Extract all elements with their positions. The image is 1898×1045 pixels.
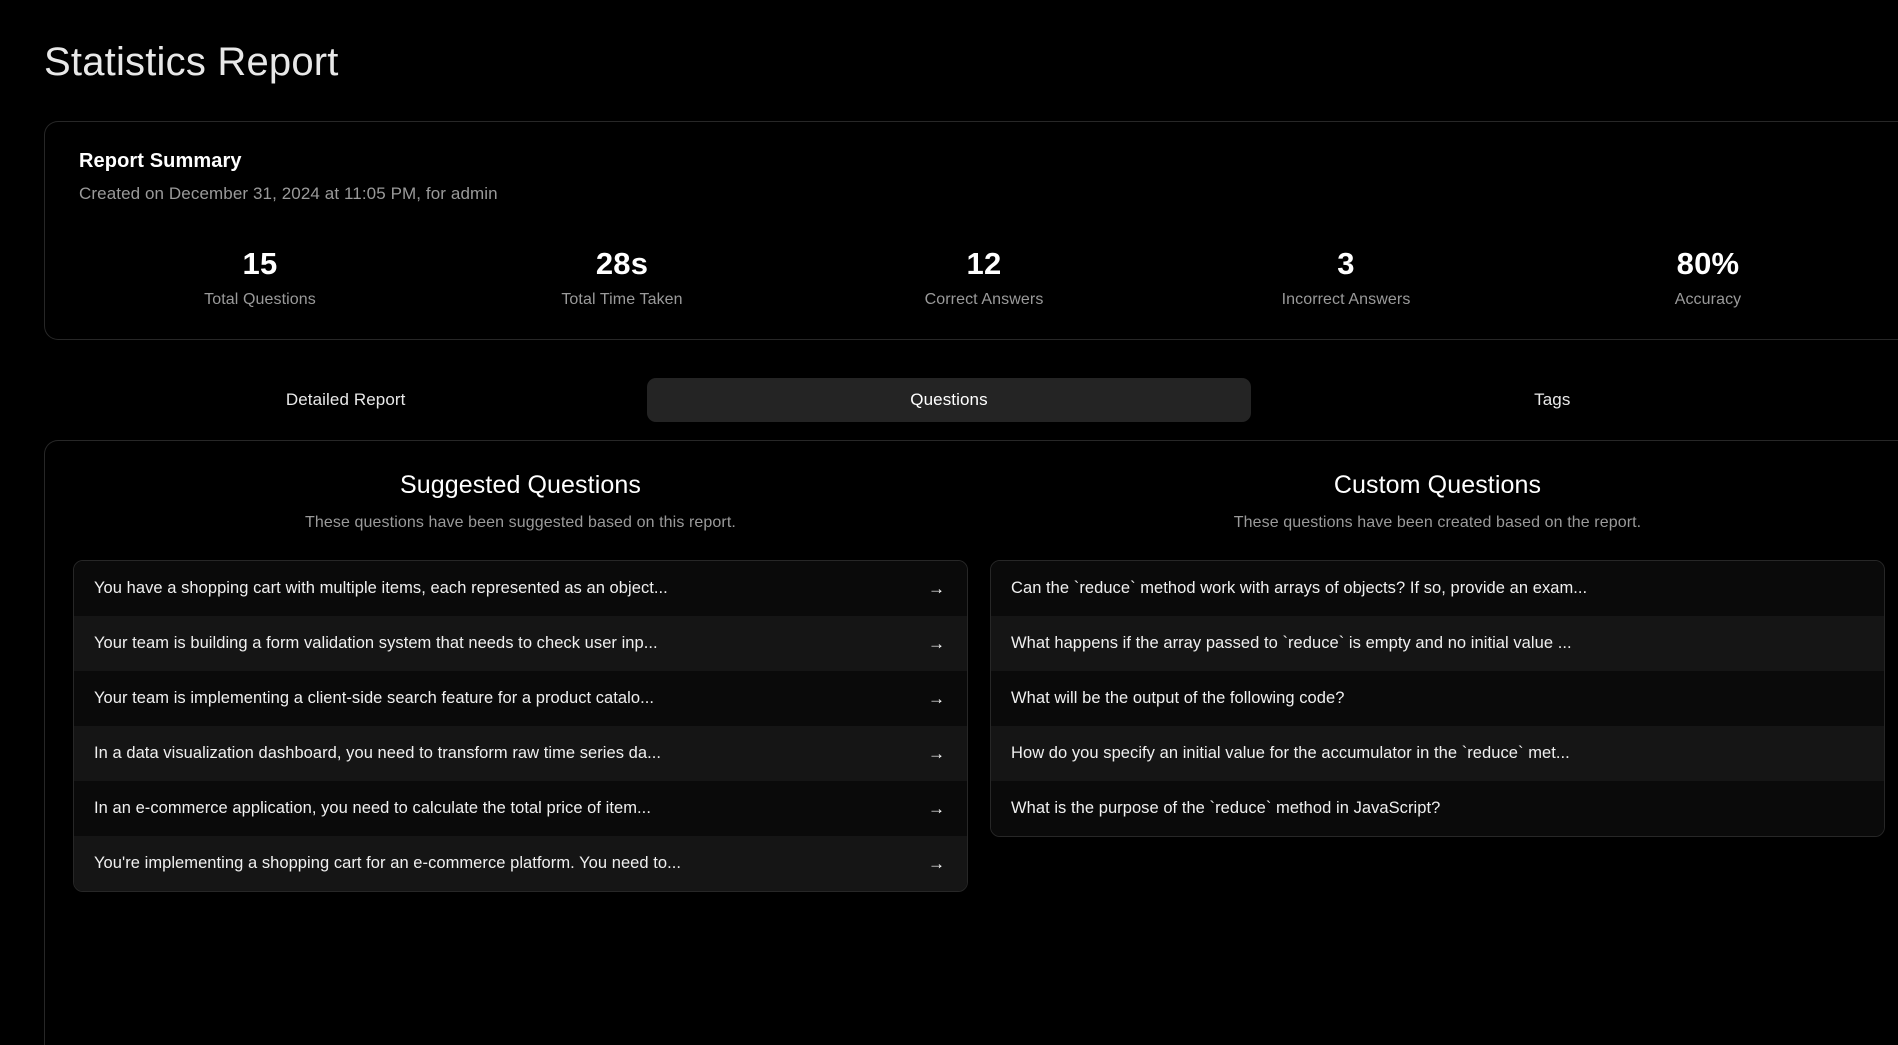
arrow-right-icon: →	[927, 688, 945, 708]
list-item[interactable]: What will be the output of the following…	[991, 670, 1884, 726]
question-text: What is the purpose of the `reduce` meth…	[1011, 798, 1441, 817]
question-text: You have a shopping cart with multiple i…	[94, 578, 668, 597]
list-item[interactable]: Your team is implementing a client-side …	[74, 670, 967, 726]
stats-row: 15 Total Questions 28s Total Time Taken …	[79, 246, 1889, 309]
question-text: What will be the output of the following…	[1011, 688, 1345, 707]
list-item[interactable]: In an e-commerce application, you need t…	[74, 780, 967, 836]
custom-questions-column: Custom Questions These questions have be…	[990, 471, 1885, 892]
report-summary-subtitle: Created on December 31, 2024 at 11:05 PM…	[79, 184, 498, 203]
list-item[interactable]: Your team is building a form validation …	[74, 615, 967, 671]
page-title: Statistics Report	[44, 40, 339, 84]
tab-bar: Detailed Report Questions Tags	[44, 377, 1854, 422]
tab-tags[interactable]: Tags	[1251, 378, 1854, 422]
statistics-report-page: Statistics Report Report Summary Created…	[0, 0, 1898, 1045]
question-text: In an e-commerce application, you need t…	[94, 798, 651, 817]
stat-label: Total Questions	[204, 290, 316, 308]
arrow-right-icon: →	[927, 633, 945, 653]
questions-panel: Suggested Questions These questions have…	[44, 439, 1898, 1045]
stat-value: 12	[966, 246, 1002, 281]
question-text: Your team is building a form validation …	[94, 633, 658, 652]
question-text: How do you specify an initial value for …	[1011, 743, 1570, 762]
stat-accuracy: 80% Accuracy	[1527, 246, 1889, 309]
suggested-questions-column: Suggested Questions These questions have…	[73, 471, 968, 892]
question-text: Can the `reduce` method work with arrays…	[1011, 578, 1588, 597]
stat-value: 80%	[1676, 246, 1740, 281]
stat-label: Incorrect Answers	[1281, 290, 1411, 308]
questions-columns: Suggested Questions These questions have…	[73, 471, 1885, 892]
stat-total-time-taken: 28s Total Time Taken	[441, 246, 803, 309]
stat-value: 28s	[595, 246, 649, 281]
arrow-right-icon: →	[927, 578, 945, 598]
suggested-questions-title: Suggested Questions	[400, 470, 641, 499]
tab-detailed-report[interactable]: Detailed Report	[44, 378, 647, 422]
arrow-right-icon: →	[927, 798, 945, 818]
list-item[interactable]: In a data visualization dashboard, you n…	[74, 725, 967, 781]
stat-correct-answers: 12 Correct Answers	[803, 246, 1165, 309]
suggested-questions-subtitle: These questions have been suggested base…	[305, 513, 736, 531]
list-item[interactable]: You're implementing a shopping cart for …	[74, 835, 967, 891]
suggested-questions-list: You have a shopping cart with multiple i…	[73, 559, 968, 892]
stat-label: Correct Answers	[924, 290, 1044, 308]
question-text: What happens if the array passed to `red…	[1011, 633, 1572, 652]
stat-incorrect-answers: 3 Incorrect Answers	[1165, 246, 1527, 309]
list-item[interactable]: What happens if the array passed to `red…	[991, 615, 1884, 671]
list-item[interactable]: You have a shopping cart with multiple i…	[74, 560, 967, 616]
question-text: You're implementing a shopping cart for …	[94, 853, 682, 872]
report-summary-card: Report Summary Created on December 31, 2…	[44, 121, 1898, 340]
custom-questions-subtitle: These questions have been created based …	[1233, 513, 1642, 531]
question-text: In a data visualization dashboard, you n…	[94, 743, 662, 762]
stat-value: 3	[1337, 246, 1355, 281]
custom-questions-list: Can the `reduce` method work with arrays…	[990, 559, 1885, 837]
list-item[interactable]: What is the purpose of the `reduce` meth…	[991, 780, 1884, 836]
stat-label: Total Time Taken	[561, 290, 683, 308]
custom-questions-title: Custom Questions	[1333, 470, 1542, 499]
list-item[interactable]: How do you specify an initial value for …	[991, 725, 1884, 781]
stat-total-questions: 15 Total Questions	[79, 246, 441, 309]
stat-value: 15	[242, 246, 278, 281]
tab-questions[interactable]: Questions	[647, 377, 1251, 422]
list-item[interactable]: Can the `reduce` method work with arrays…	[991, 560, 1884, 616]
report-summary-heading: Report Summary	[79, 150, 242, 172]
arrow-right-icon: →	[927, 743, 945, 763]
question-text: Your team is implementing a client-side …	[94, 688, 654, 707]
arrow-right-icon: →	[927, 853, 945, 873]
stat-label: Accuracy	[1674, 290, 1742, 308]
